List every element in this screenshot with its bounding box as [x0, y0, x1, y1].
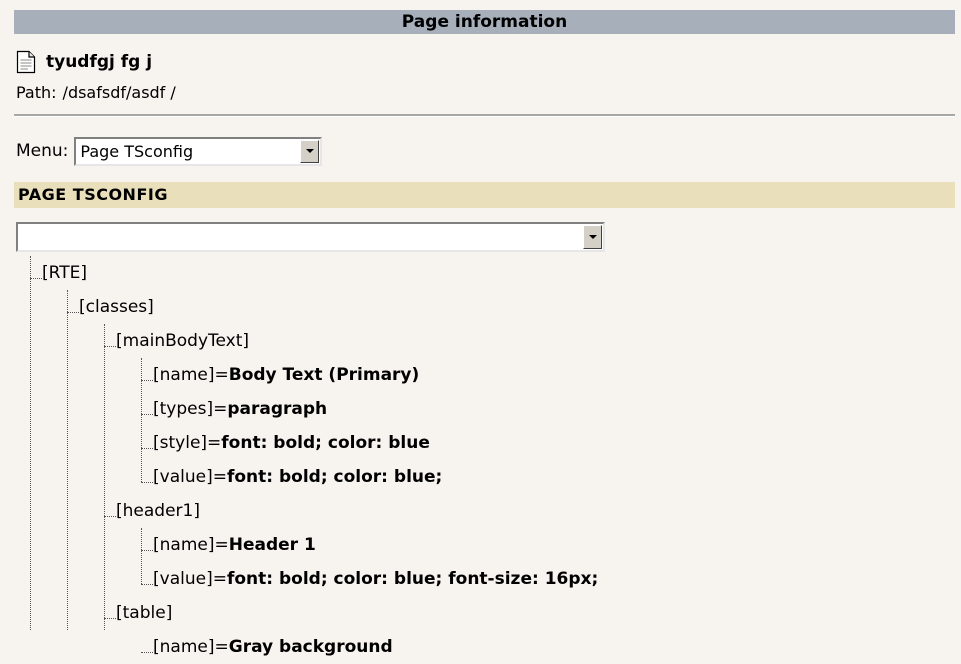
tree-node-value: paragraph: [227, 399, 328, 419]
tree-node[interactable]: [name]=Gray background: [153, 630, 393, 664]
tree-node-key: [value]=: [153, 569, 227, 589]
tree-node-key: [classes]: [79, 297, 154, 317]
tsconfig-dropdown-button[interactable]: [583, 225, 602, 249]
tree-connector: [104, 516, 116, 517]
menu-row: Menu: Page TSconfig: [16, 136, 323, 166]
tree-connector: [141, 482, 153, 483]
tree-node-key: [name]=: [153, 535, 229, 555]
tree-branch-line: [104, 324, 105, 630]
tree-node-key: [types]=: [153, 399, 228, 419]
tree-branch-line: [141, 358, 142, 482]
tree-node[interactable]: [classes]: [79, 290, 154, 324]
menu-select-value: Page TSconfig: [80, 141, 194, 161]
tree-node-value: font: bold; color: blue;: [226, 467, 443, 487]
chevron-down-icon: [305, 149, 314, 153]
tree-node-value: Header 1: [228, 535, 316, 555]
tree-connector: [141, 448, 153, 449]
tree-node[interactable]: [RTE]: [42, 256, 87, 290]
divider: [14, 114, 955, 117]
path-value: /dsafsdf/asdf /: [62, 83, 176, 102]
tree-node[interactable]: [header1]: [116, 494, 200, 528]
tree-node[interactable]: [value]=font: bold; color: blue;: [153, 460, 442, 494]
tree-connector: [104, 346, 116, 347]
tree-connector: [67, 312, 79, 313]
tree-node[interactable]: [style]=font: bold; color: blue: [153, 426, 430, 460]
tsconfig-object-select[interactable]: [16, 222, 605, 252]
tree-node[interactable]: [table]: [116, 596, 172, 630]
page-path: Path: /dsafsdf/asdf /: [16, 83, 176, 102]
tree-node[interactable]: [value]=font: bold; color: blue; font-si…: [153, 562, 598, 596]
tree-node-value: font: bold; color: blue; font-size: 16px…: [226, 569, 599, 589]
menu-dropdown-button[interactable]: [300, 139, 320, 163]
tree-node[interactable]: [types]=paragraph: [153, 392, 327, 426]
page-information-header: Page information: [14, 10, 955, 34]
tree-node-key: [style]=: [153, 433, 222, 453]
tree-connector: [141, 380, 153, 381]
page-title: tyudfgj fg j: [46, 52, 153, 72]
tree-node-key: [table]: [116, 603, 173, 623]
tree-node[interactable]: [name]=Header 1: [153, 528, 316, 562]
tree-branch-line: [30, 256, 31, 630]
tree-node-key: [RTE]: [42, 263, 87, 283]
tree-connector: [104, 618, 116, 619]
path-label: Path:: [16, 83, 57, 102]
tree-connector: [141, 584, 153, 585]
tree-node-value: Body Text (Primary): [228, 365, 420, 385]
tree-node[interactable]: [name]=Body Text (Primary): [153, 358, 419, 392]
tree-connector: [30, 278, 42, 279]
chevron-down-icon: [588, 235, 597, 239]
tree-node-key: [name]=: [153, 365, 229, 385]
tree-node-value: font: bold; color: blue: [221, 433, 430, 453]
document-icon: [16, 50, 36, 74]
tree-connector: [141, 414, 153, 415]
section-heading: PAGE TSCONFIG: [14, 182, 955, 208]
menu-select[interactable]: Page TSconfig: [74, 136, 323, 166]
tree-branch-line: [141, 528, 142, 584]
tree-connector: [141, 652, 153, 653]
tree-node-key: [value]=: [153, 467, 227, 487]
tree-node-key: [name]=: [153, 637, 229, 657]
tree-node-value: Gray background: [228, 637, 393, 657]
menu-label: Menu:: [16, 141, 69, 161]
page-title-row: tyudfgj fg j: [16, 50, 152, 74]
tree-node-key: [mainBodyText]: [116, 331, 250, 351]
tree-branch-line: [67, 290, 68, 630]
tree-node[interactable]: [mainBodyText]: [116, 324, 249, 358]
tree-connector: [141, 550, 153, 551]
tree-node-key: [header1]: [116, 501, 200, 521]
